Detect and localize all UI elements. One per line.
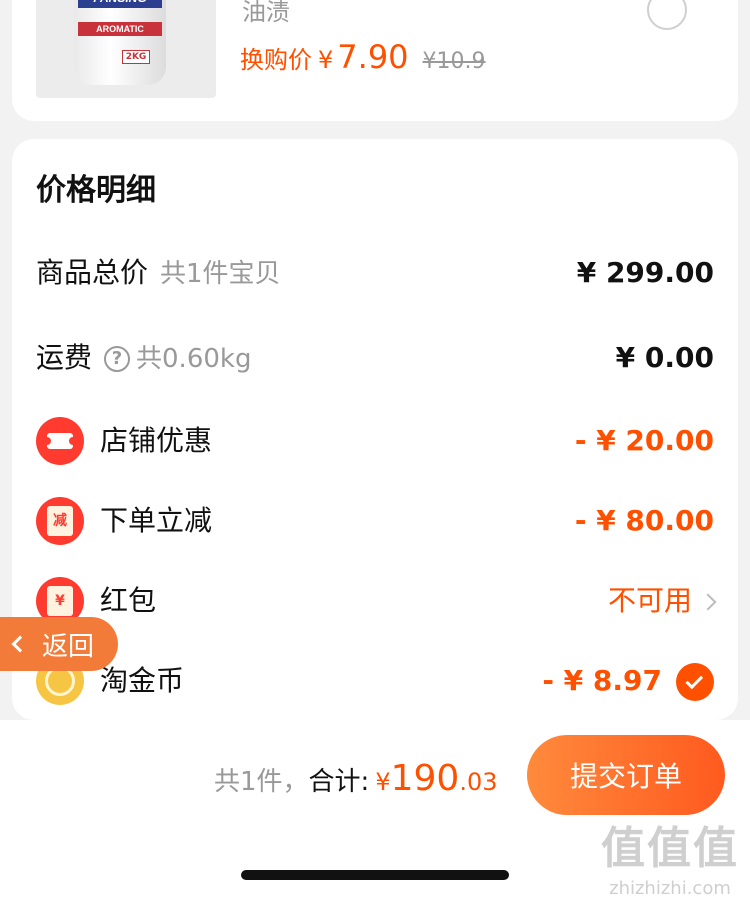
bottle-band: AROMATIC — [78, 22, 162, 36]
store-discount-label: 店铺优惠 — [100, 424, 213, 457]
total-currency: ¥ — [375, 768, 391, 796]
order-confirm-page: FANSING AROMATIC 2KG 油渍 换购价 ¥ 7.90 ¥10.9… — [0, 0, 750, 897]
goods-total-value: ¥ 299.00 — [576, 256, 714, 289]
order-discount-row[interactable]: 减 下单立减 - ¥ 80.00 — [12, 491, 738, 551]
swap-price-value: 7.90 — [337, 38, 409, 76]
store-discount-value: - ¥ 20.00 — [574, 424, 714, 457]
shipping-row: 运费? 共0.60kg ¥ 0.00 — [12, 328, 738, 388]
coins-row: 淘金币 - ¥ 8.97 — [12, 651, 738, 711]
store-discount-row[interactable]: 店铺优惠 - ¥ 20.00 — [12, 411, 738, 471]
bottle-weight-tag: 2KG — [122, 50, 150, 64]
swap-price-currency: ¥ — [318, 46, 334, 74]
back-button[interactable]: 返回 — [0, 617, 118, 671]
check-icon — [685, 671, 704, 689]
checkout-bar: 共1件， 合计: ¥ 190 .03 提交订单 值值值 zhizhizhi.co… — [0, 720, 750, 897]
red-packet-status: 不可用 — [607, 571, 717, 631]
back-button-label: 返回 — [42, 631, 95, 662]
red-packet-row[interactable]: ¥ 红包 不可用 — [12, 571, 738, 631]
goods-total-row: 商品总价 共1件宝贝 ¥ 299.00 — [12, 243, 738, 303]
ticket-icon — [36, 417, 84, 465]
shipping-text: 运费 — [36, 341, 93, 374]
select-radio[interactable] — [647, 0, 687, 30]
red-packet-glyph: ¥ — [47, 586, 73, 616]
goods-total-count: 共1件宝贝 — [160, 259, 281, 289]
help-icon[interactable]: ? — [104, 346, 131, 372]
red-packet-status-text: 不可用 — [607, 584, 692, 617]
price-detail-title: 价格明细 — [36, 173, 156, 208]
coins-checkbox[interactable] — [676, 663, 714, 701]
product-image: FANSING AROMATIC 2KG — [36, 0, 216, 98]
red-packet-label: 红包 — [100, 584, 157, 617]
total-decimal: .03 — [459, 768, 498, 796]
swap-product-card: FANSING AROMATIC 2KG 油渍 换购价 ¥ 7.90 ¥10.9 — [12, 0, 738, 121]
goods-total-text: 商品总价 — [36, 256, 149, 289]
product-description: 油渍 — [242, 0, 290, 26]
goods-total-label: 商品总价 共1件宝贝 — [36, 243, 281, 304]
order-discount-value: - ¥ 80.00 — [574, 504, 714, 537]
total-integer: 190 — [390, 758, 460, 799]
swap-price: 换购价 ¥ 7.90 ¥10.9 — [240, 38, 486, 76]
detergent-bottle: FANSING AROMATIC 2KG — [74, 0, 166, 85]
order-discount-label: 下单立减 — [100, 504, 213, 537]
watermark: 值值值 zhizhizhi.com — [598, 812, 742, 897]
shipping-label: 运费? 共0.60kg — [36, 328, 251, 389]
original-price: ¥10.9 — [422, 49, 486, 74]
submit-order-button[interactable]: 提交订单 — [527, 735, 725, 815]
total-label: 合计: — [308, 767, 370, 797]
watermark-logo: 值值值 — [601, 823, 739, 874]
order-summary: 共1件， 合计: ¥ 190 .03 — [214, 758, 497, 799]
chevron-left-icon — [11, 635, 29, 653]
shipping-weight: 共0.60kg — [136, 344, 252, 374]
chevron-right-icon — [699, 593, 717, 611]
discount-envelope-icon: 减 — [36, 497, 84, 545]
item-count: 共1件， — [214, 767, 309, 797]
coins-value: - ¥ 8.97 — [542, 664, 662, 697]
shipping-value: ¥ 0.00 — [615, 341, 714, 374]
bottle-brand: FANSING — [78, 0, 162, 8]
watermark-url: zhizhizhi.com — [609, 878, 731, 897]
home-indicator[interactable] — [241, 870, 509, 880]
price-detail-card: 价格明细 商品总价 共1件宝贝 ¥ 299.00 运费? 共0.60kg ¥ 0.0… — [12, 139, 738, 720]
swap-price-label: 换购价 — [240, 46, 312, 74]
discount-envelope-glyph: 减 — [47, 506, 73, 536]
